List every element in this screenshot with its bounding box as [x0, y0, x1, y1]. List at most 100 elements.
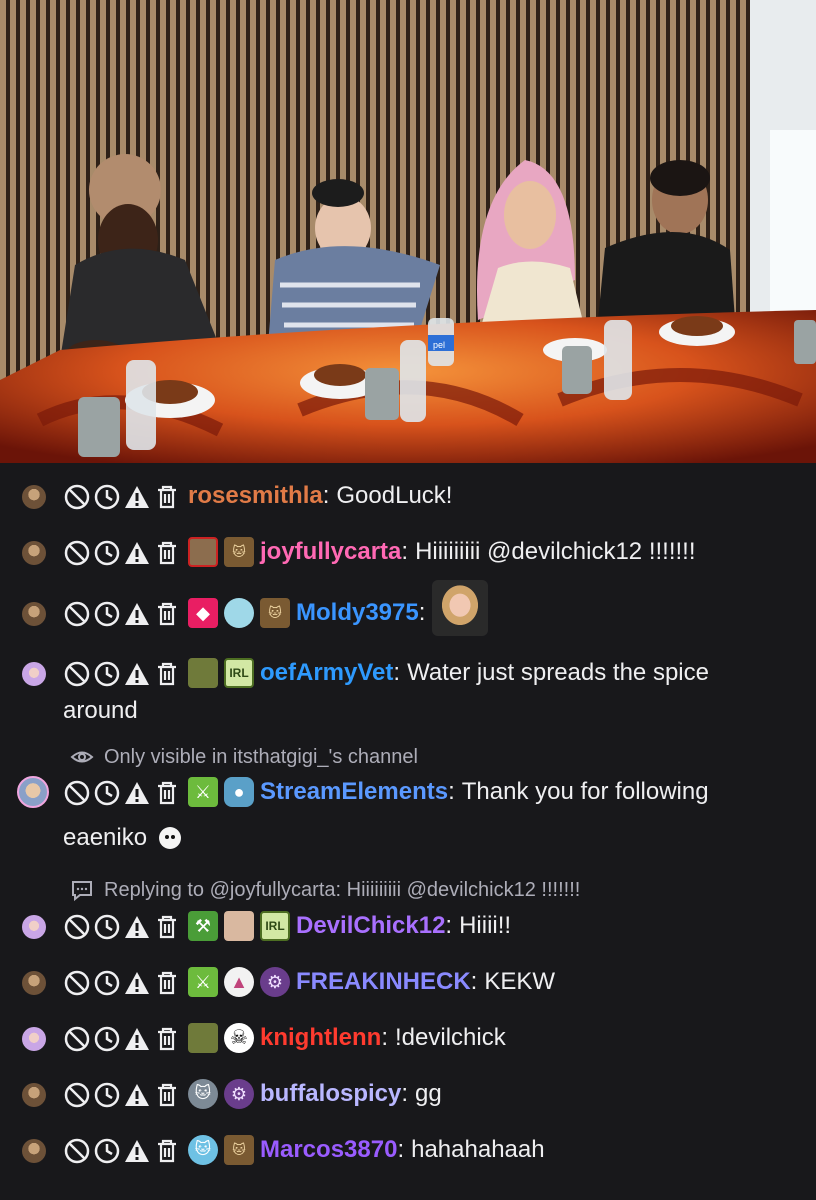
user-avatar[interactable]	[22, 1139, 46, 1163]
username[interactable]: FREAKINHECK	[296, 963, 471, 1001]
username[interactable]: Marcos3870	[260, 1131, 397, 1169]
timeout-icon[interactable]	[93, 600, 121, 628]
sword-badge[interactable]: ⚔	[188, 777, 218, 807]
warning-icon[interactable]	[123, 1025, 151, 1053]
mod-actions	[63, 1081, 181, 1109]
mod-actions	[63, 779, 181, 807]
warning-icon[interactable]	[123, 1081, 151, 1109]
irl-badge[interactable]: IRL	[224, 658, 254, 688]
mod-actions	[63, 969, 181, 997]
user-avatar[interactable]	[17, 776, 49, 808]
user-avatar[interactable]	[22, 662, 46, 686]
ban-icon[interactable]	[63, 779, 91, 807]
ban-icon[interactable]	[63, 1081, 91, 1109]
girl-badge[interactable]	[224, 911, 254, 941]
warning-icon[interactable]	[123, 779, 151, 807]
ban-icon[interactable]	[63, 1137, 91, 1165]
user-avatar[interactable]	[22, 602, 46, 626]
bluecat-badge[interactable]: 🐱	[188, 1135, 218, 1165]
ban-icon[interactable]	[63, 660, 91, 688]
username[interactable]: joyfullycarta	[260, 533, 401, 571]
message-text: Hiiii!!	[459, 912, 512, 939]
timeout-icon[interactable]	[93, 539, 121, 567]
robot-badge[interactable]: ●	[224, 777, 254, 807]
timeout-icon[interactable]	[93, 969, 121, 997]
warning-icon[interactable]	[123, 539, 151, 567]
sword-badge[interactable]: ⚔	[188, 967, 218, 997]
delete-icon[interactable]	[153, 483, 181, 511]
stream-video[interactable]: pel	[0, 0, 816, 463]
delete-icon[interactable]	[153, 539, 181, 567]
kitty-badge[interactable]	[224, 598, 254, 628]
timeout-icon[interactable]	[93, 1025, 121, 1053]
message-text: Hiiiiiiiii @devilchick12 !!!!!!!	[415, 538, 696, 565]
cat-badge[interactable]: 🐱	[224, 1135, 254, 1165]
delete-icon[interactable]	[153, 779, 181, 807]
warning-icon[interactable]	[123, 913, 151, 941]
shrek-badge[interactable]	[188, 1023, 218, 1053]
warning-icon[interactable]	[123, 600, 151, 628]
face-emote[interactable]	[432, 580, 489, 636]
username[interactable]: rosesmithla	[188, 477, 323, 515]
delete-icon[interactable]	[153, 600, 181, 628]
username[interactable]: knightlenn	[260, 1019, 381, 1057]
reply-text: Replying to @joyfullycarta: Hiiiiiiiii @…	[104, 878, 581, 901]
user-avatar[interactable]	[22, 971, 46, 995]
warning-icon[interactable]	[123, 660, 151, 688]
user-avatar[interactable]	[22, 1083, 46, 1107]
chat-message: ☠ knightlenn: !devilchick	[0, 1019, 816, 1057]
timeout-icon[interactable]	[93, 483, 121, 511]
gem-badge[interactable]: ◆	[188, 598, 218, 628]
chat-message: 🐱 ⚙ buffalospicy: gg	[0, 1075, 816, 1113]
ban-icon[interactable]	[63, 1025, 91, 1053]
username[interactable]: DevilChick12	[296, 907, 445, 945]
user-avatar[interactable]	[22, 1027, 46, 1051]
shrek-badge[interactable]	[188, 658, 218, 688]
hammer-badge[interactable]: ⚒	[188, 911, 218, 941]
mod-actions	[63, 1137, 181, 1165]
timeout-icon[interactable]	[93, 1137, 121, 1165]
delete-icon[interactable]	[153, 660, 181, 688]
gear-badge[interactable]: ⚙	[224, 1079, 254, 1109]
delete-icon[interactable]	[153, 1025, 181, 1053]
ban-icon[interactable]	[63, 969, 91, 997]
greycat-badge[interactable]: 🐱	[188, 1079, 218, 1109]
photo-badge[interactable]	[188, 537, 218, 567]
timeout-icon[interactable]	[93, 779, 121, 807]
user-avatar[interactable]	[22, 915, 46, 939]
timeout-icon[interactable]	[93, 660, 121, 688]
video-scene: pel	[0, 0, 816, 463]
warning-icon[interactable]	[123, 1137, 151, 1165]
skull-badge[interactable]: ☠	[224, 1023, 254, 1053]
user-avatar[interactable]	[22, 541, 46, 565]
message-text-continued: eaeniko	[63, 824, 148, 851]
delete-icon[interactable]	[153, 969, 181, 997]
ban-icon[interactable]	[63, 539, 91, 567]
mod-actions	[63, 1025, 181, 1053]
reply-header[interactable]: Replying to @joyfullycarta: Hiiiiiiiii @…	[70, 878, 580, 902]
ghost-emote[interactable]	[159, 827, 182, 849]
username[interactable]: oefArmyVet	[260, 654, 393, 692]
timeout-icon[interactable]	[93, 913, 121, 941]
mod-actions	[63, 600, 181, 628]
irl-badge[interactable]: IRL	[260, 911, 290, 941]
ban-icon[interactable]	[63, 483, 91, 511]
delete-icon[interactable]	[153, 913, 181, 941]
dog-badge[interactable]: ▲	[224, 967, 254, 997]
cat-badge[interactable]: 🐱	[260, 598, 290, 628]
username[interactable]: StreamElements	[260, 773, 448, 811]
message-text: gg	[415, 1080, 442, 1107]
warning-icon[interactable]	[123, 969, 151, 997]
user-avatar[interactable]	[22, 485, 46, 509]
ban-icon[interactable]	[63, 600, 91, 628]
cat-badge[interactable]: 🐱	[224, 537, 254, 567]
chat-panel: rosesmithla: GoodLuck! 🐱 joyfullycarta: …	[0, 463, 816, 1200]
username[interactable]: Moldy3975	[296, 594, 419, 632]
timeout-icon[interactable]	[93, 1081, 121, 1109]
username[interactable]: buffalospicy	[260, 1075, 401, 1113]
gear-badge[interactable]: ⚙	[260, 967, 290, 997]
delete-icon[interactable]	[153, 1081, 181, 1109]
ban-icon[interactable]	[63, 913, 91, 941]
warning-icon[interactable]	[123, 483, 151, 511]
delete-icon[interactable]	[153, 1137, 181, 1165]
